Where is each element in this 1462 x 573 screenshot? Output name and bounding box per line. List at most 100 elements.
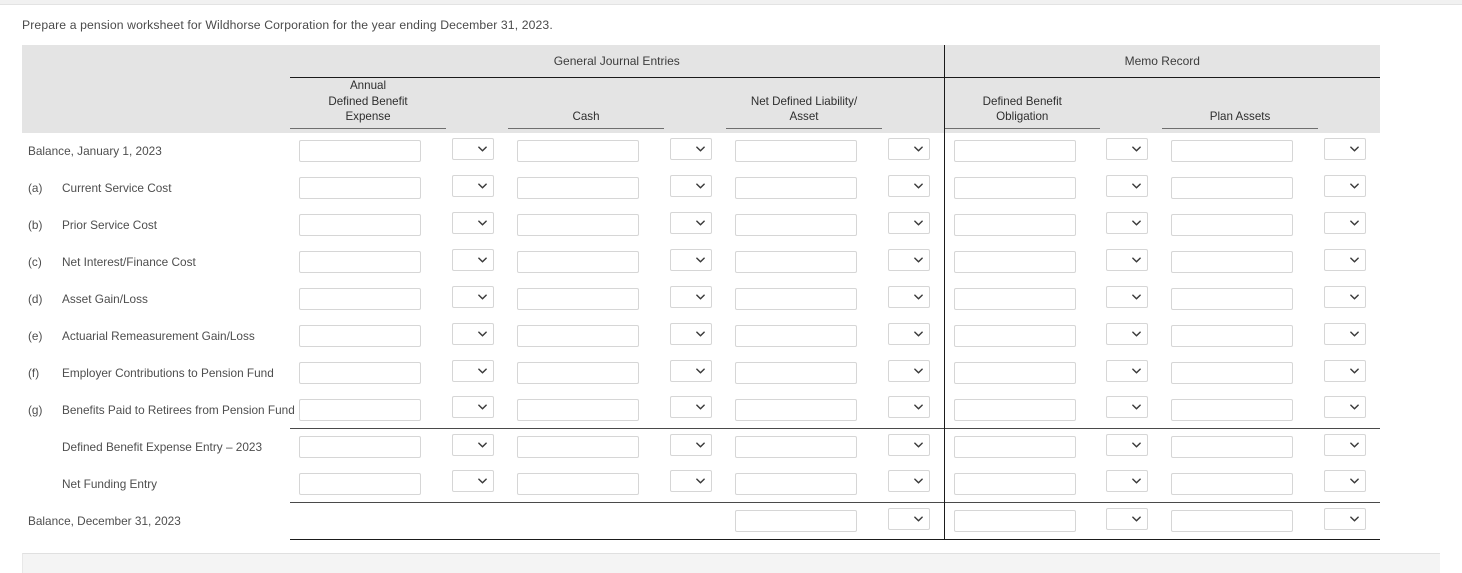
input-cash-row-1[interactable] [517, 177, 639, 199]
dropdown-net_defined-row-10[interactable] [888, 507, 930, 530]
input-net_defined-row-2[interactable] [735, 214, 857, 236]
dropdown-dbo-row-9[interactable] [1106, 470, 1149, 493]
dropdown-annual_expense-row-3[interactable] [452, 248, 494, 271]
dropdown-cash-row-9[interactable] [670, 470, 712, 493]
input-annual_expense-row-5[interactable] [299, 325, 421, 347]
dropdown-annual_expense-row-9[interactable] [452, 470, 494, 493]
input-cash-row-3[interactable] [517, 251, 639, 273]
input-dbo-row-3[interactable] [953, 251, 1076, 273]
input-annual_expense-row-7[interactable] [299, 398, 421, 421]
dropdown-cash-row-3[interactable] [670, 248, 712, 271]
dropdown-annual_expense-row-7[interactable] [452, 396, 494, 419]
dropdown-annual_expense-row-0[interactable] [452, 137, 494, 160]
input-plan_assets-row-2[interactable] [1171, 214, 1294, 236]
input-annual_expense-row-6[interactable] [299, 362, 421, 384]
dropdown-dbo-row-3[interactable] [1106, 248, 1149, 271]
dropdown-net_defined-row-7[interactable] [888, 396, 930, 419]
input-dbo-row-1[interactable] [953, 177, 1076, 199]
input-net_defined-row-3[interactable] [735, 251, 857, 273]
dropdown-dbo-row-4[interactable] [1106, 285, 1149, 308]
dropdown-net_defined-row-0[interactable] [888, 137, 930, 160]
input-cash-row-2[interactable] [517, 214, 639, 236]
dropdown-cash-row-7[interactable] [670, 396, 712, 419]
input-net_defined-row-7[interactable] [735, 398, 857, 421]
dropdown-plan_assets-row-4[interactable] [1324, 285, 1367, 308]
dropdown-net_defined-row-8[interactable] [888, 433, 930, 456]
dropdown-net_defined-row-3[interactable] [888, 248, 930, 271]
input-plan_assets-row-7[interactable] [1171, 398, 1294, 421]
dropdown-dbo-row-0[interactable] [1106, 137, 1149, 160]
input-plan_assets-row-3[interactable] [1171, 251, 1294, 273]
input-plan_assets-row-4[interactable] [1171, 288, 1294, 310]
dropdown-net_defined-row-9[interactable] [888, 470, 930, 493]
dropdown-annual_expense-row-8[interactable] [452, 433, 494, 456]
dropdown-net_defined-row-5[interactable] [888, 322, 930, 345]
input-annual_expense-row-1[interactable] [299, 177, 421, 199]
dropdown-cash-row-2[interactable] [670, 211, 712, 234]
input-annual_expense-row-0[interactable] [299, 140, 421, 162]
input-net_defined-row-0[interactable] [735, 140, 857, 162]
dropdown-cash-row-6[interactable] [670, 359, 712, 382]
input-net_defined-row-6[interactable] [735, 362, 857, 384]
input-plan_assets-row-10[interactable] [1171, 510, 1294, 532]
dropdown-plan_assets-row-3[interactable] [1324, 248, 1367, 271]
input-annual_expense-row-9[interactable] [299, 472, 421, 495]
input-net_defined-row-10[interactable] [735, 510, 857, 532]
dropdown-plan_assets-row-1[interactable] [1324, 174, 1367, 197]
input-plan_assets-row-5[interactable] [1171, 325, 1294, 347]
dropdown-plan_assets-row-2[interactable] [1324, 211, 1367, 234]
dropdown-plan_assets-row-6[interactable] [1324, 359, 1367, 382]
input-dbo-row-10[interactable] [953, 510, 1076, 532]
input-dbo-row-0[interactable] [953, 140, 1076, 162]
input-cash-row-8[interactable] [517, 436, 639, 459]
dropdown-dbo-row-1[interactable] [1106, 174, 1149, 197]
dropdown-cash-row-1[interactable] [670, 174, 712, 197]
input-dbo-row-9[interactable] [953, 472, 1076, 495]
input-plan_assets-row-6[interactable] [1171, 362, 1294, 384]
input-annual_expense-row-3[interactable] [299, 251, 421, 273]
input-cash-row-0[interactable] [517, 140, 639, 162]
input-dbo-row-7[interactable] [953, 398, 1076, 421]
dropdown-annual_expense-row-5[interactable] [452, 322, 494, 345]
dropdown-annual_expense-row-4[interactable] [452, 285, 494, 308]
input-net_defined-row-4[interactable] [735, 288, 857, 310]
dropdown-dbo-row-7[interactable] [1106, 396, 1149, 419]
dropdown-net_defined-row-6[interactable] [888, 359, 930, 382]
dropdown-dbo-row-2[interactable] [1106, 211, 1149, 234]
dropdown-dbo-row-8[interactable] [1106, 433, 1149, 456]
dropdown-plan_assets-row-7[interactable] [1324, 396, 1367, 419]
input-dbo-row-8[interactable] [953, 436, 1076, 459]
dropdown-annual_expense-row-1[interactable] [452, 174, 494, 197]
input-net_defined-row-1[interactable] [735, 177, 857, 199]
input-dbo-row-4[interactable] [953, 288, 1076, 310]
input-dbo-row-5[interactable] [953, 325, 1076, 347]
dropdown-plan_assets-row-0[interactable] [1324, 137, 1367, 160]
dropdown-dbo-row-5[interactable] [1106, 322, 1149, 345]
dropdown-cash-row-0[interactable] [670, 137, 712, 160]
input-cash-row-4[interactable] [517, 288, 639, 310]
dropdown-net_defined-row-4[interactable] [888, 285, 930, 308]
dropdown-cash-row-5[interactable] [670, 322, 712, 345]
dropdown-plan_assets-row-10[interactable] [1324, 507, 1367, 530]
input-plan_assets-row-0[interactable] [1171, 140, 1294, 162]
input-cash-row-7[interactable] [517, 398, 639, 421]
dropdown-dbo-row-6[interactable] [1106, 359, 1149, 382]
dropdown-dbo-row-10[interactable] [1106, 507, 1149, 530]
dropdown-net_defined-row-1[interactable] [888, 174, 930, 197]
input-plan_assets-row-1[interactable] [1171, 177, 1294, 199]
input-dbo-row-6[interactable] [953, 362, 1076, 384]
input-annual_expense-row-2[interactable] [299, 214, 421, 236]
dropdown-annual_expense-row-6[interactable] [452, 359, 494, 382]
input-plan_assets-row-9[interactable] [1171, 472, 1294, 495]
input-cash-row-5[interactable] [517, 325, 639, 347]
input-cash-row-9[interactable] [517, 472, 639, 495]
input-annual_expense-row-8[interactable] [299, 436, 421, 459]
input-dbo-row-2[interactable] [953, 214, 1076, 236]
input-net_defined-row-5[interactable] [735, 325, 857, 347]
input-net_defined-row-9[interactable] [735, 472, 857, 495]
dropdown-cash-row-8[interactable] [670, 433, 712, 456]
dropdown-plan_assets-row-9[interactable] [1324, 470, 1367, 493]
input-net_defined-row-8[interactable] [735, 436, 857, 459]
dropdown-cash-row-4[interactable] [670, 285, 712, 308]
input-cash-row-6[interactable] [517, 362, 639, 384]
